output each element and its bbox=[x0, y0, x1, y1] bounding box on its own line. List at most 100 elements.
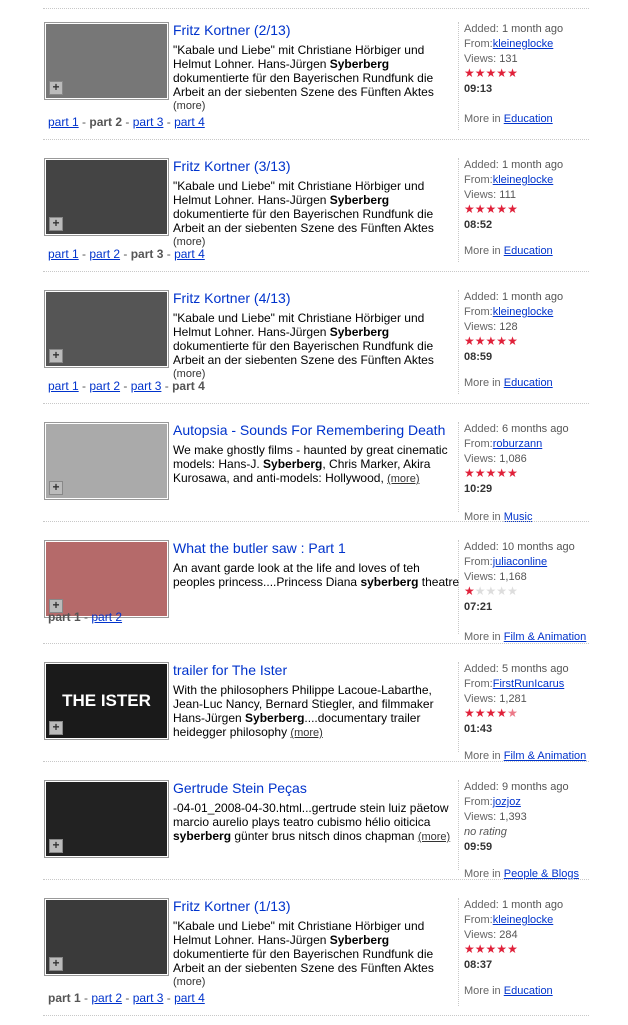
video-title-link[interactable]: What the butler saw : Part 1 bbox=[173, 540, 346, 556]
part-link-4[interactable]: part 4 bbox=[174, 115, 205, 129]
part-link-1[interactable]: part 1 bbox=[48, 247, 79, 261]
thumbnail-image[interactable]: + bbox=[46, 292, 167, 366]
added-label: Added: bbox=[464, 781, 499, 793]
video-result: + What the butler saw : Part 1 An avant ga… bbox=[43, 530, 589, 644]
uploader-link[interactable]: kleineglocke bbox=[493, 306, 554, 318]
part-link-1[interactable]: part 1 bbox=[48, 379, 79, 393]
star-icon: ★ bbox=[485, 334, 497, 348]
star-icon: ★ bbox=[507, 706, 518, 720]
part-link-3[interactable]: part 3 bbox=[131, 379, 162, 393]
from-label: From: bbox=[464, 796, 493, 808]
uploader-link[interactable]: kleineglocke bbox=[493, 174, 554, 186]
part-link-2[interactable]: part 2 bbox=[89, 247, 120, 261]
video-thumbnail[interactable]: + bbox=[44, 540, 169, 618]
from-row: From:kleineglocke bbox=[464, 913, 594, 928]
video-title-link[interactable]: Gertrude Stein Peças bbox=[173, 780, 307, 796]
add-to-quicklist-icon[interactable]: + bbox=[49, 481, 63, 495]
part-link-3[interactable]: part 3 bbox=[133, 115, 164, 129]
part-link-2[interactable]: part 2 bbox=[91, 610, 122, 624]
video-title-link[interactable]: Fritz Kortner (1/13) bbox=[173, 898, 290, 914]
add-to-quicklist-icon[interactable]: + bbox=[49, 721, 63, 735]
category-link[interactable]: Education bbox=[504, 245, 553, 257]
more-link[interactable]: (more) bbox=[173, 99, 461, 113]
thumbnail-image[interactable]: + bbox=[46, 24, 167, 98]
star-icon: ★ bbox=[474, 202, 486, 216]
thumbnail-image[interactable]: + bbox=[46, 424, 167, 498]
add-to-quicklist-icon[interactable]: + bbox=[49, 81, 63, 95]
added-label: Added: bbox=[464, 541, 499, 553]
thumbnail-image[interactable]: + bbox=[46, 782, 167, 856]
video-thumbnail[interactable]: + bbox=[44, 898, 169, 976]
added-row: Added: 1 month ago bbox=[464, 290, 594, 305]
uploader-link[interactable]: kleineglocke bbox=[493, 38, 554, 50]
category-link[interactable]: Film & Animation bbox=[504, 631, 587, 643]
video-meta: Added: 1 month ago From:kleineglocke Views… bbox=[458, 158, 594, 262]
views-count: 1,168 bbox=[499, 571, 527, 583]
rating-row: ★★★★★ bbox=[464, 67, 594, 82]
star-icon: ★ bbox=[496, 202, 508, 216]
added-value: 10 months ago bbox=[501, 541, 575, 553]
from-label: From: bbox=[464, 556, 493, 568]
more-link[interactable]: (more) bbox=[173, 367, 461, 381]
more-link[interactable]: (more) bbox=[418, 831, 450, 843]
category-link[interactable]: Education bbox=[504, 377, 553, 389]
part-link-4[interactable]: part 4 bbox=[174, 247, 205, 261]
views-count: 1,281 bbox=[499, 693, 527, 705]
part-link-2[interactable]: part 2 bbox=[91, 991, 122, 1005]
video-thumbnail[interactable]: + bbox=[44, 158, 169, 236]
thumbnail-image[interactable]: + bbox=[46, 542, 167, 616]
part-link-1[interactable]: part 1 bbox=[48, 115, 79, 129]
video-title-link[interactable]: Fritz Kortner (4/13) bbox=[173, 290, 290, 306]
views-count: 131 bbox=[499, 53, 518, 65]
video-description: "Kabale und Liebe" mit Christiane Hörbig… bbox=[173, 43, 461, 113]
more-in-label: More in bbox=[464, 113, 501, 125]
category-link[interactable]: Education bbox=[504, 113, 553, 125]
thumbnail-image[interactable]: + bbox=[46, 900, 167, 974]
video-description: "Kabale und Liebe" mit Christiane Hörbig… bbox=[173, 311, 461, 381]
video-result: + Fritz Kortner (3/13) "Kabale und Liebe" … bbox=[43, 148, 589, 272]
star-icon: ★ bbox=[474, 66, 486, 80]
views-count: 284 bbox=[499, 929, 518, 941]
add-to-quicklist-icon[interactable]: + bbox=[49, 957, 63, 971]
more-link[interactable]: (more) bbox=[173, 975, 461, 989]
video-title-link[interactable]: Fritz Kortner (3/13) bbox=[173, 158, 290, 174]
thumbnail-image[interactable]: THE ISTER + bbox=[46, 664, 167, 738]
video-title-link[interactable]: trailer for The Ister bbox=[173, 662, 287, 678]
video-title-link[interactable]: Autopsia - Sounds For Remembering Death bbox=[173, 422, 445, 438]
description-text: dokumentierte für den Bayerischen Rundfu… bbox=[173, 71, 434, 99]
uploader-link[interactable]: roburzann bbox=[493, 438, 543, 450]
thumbnail-image[interactable]: + bbox=[46, 160, 167, 234]
add-to-quicklist-icon[interactable]: + bbox=[49, 217, 63, 231]
video-thumbnail[interactable]: + bbox=[44, 422, 169, 500]
views-label: Views: bbox=[464, 321, 497, 333]
part-link-3[interactable]: part 3 bbox=[133, 991, 164, 1005]
rating-row: ★★★★★ bbox=[464, 467, 594, 482]
video-thumbnail[interactable]: THE ISTER + bbox=[44, 662, 169, 740]
more-in-category: More in Music bbox=[464, 510, 532, 525]
category-link[interactable]: Education bbox=[504, 985, 553, 997]
from-label: From: bbox=[464, 914, 493, 926]
row-divider bbox=[43, 1015, 589, 1016]
star-icon: ★ bbox=[485, 202, 497, 216]
more-link[interactable]: (more) bbox=[387, 473, 419, 485]
uploader-link[interactable]: juliaconline bbox=[493, 556, 547, 568]
video-title-link[interactable]: Fritz Kortner (2/13) bbox=[173, 22, 290, 38]
row-divider bbox=[43, 761, 589, 762]
part-link-4[interactable]: part 4 bbox=[174, 991, 205, 1005]
video-thumbnail[interactable]: + bbox=[44, 780, 169, 858]
top-divider bbox=[43, 8, 589, 9]
star-rating: ★★★★★ bbox=[464, 707, 518, 720]
uploader-link[interactable]: FirstRunIcarus bbox=[493, 678, 565, 690]
video-description: "Kabale und Liebe" mit Christiane Hörbig… bbox=[173, 179, 461, 249]
more-link[interactable]: (more) bbox=[290, 727, 322, 739]
add-to-quicklist-icon[interactable]: + bbox=[49, 349, 63, 363]
video-result: THE ISTER + trailer for The Ister With the … bbox=[43, 652, 589, 762]
add-to-quicklist-icon[interactable]: + bbox=[49, 839, 63, 853]
video-thumbnail[interactable]: + bbox=[44, 290, 169, 368]
uploader-link[interactable]: kleineglocke bbox=[493, 914, 554, 926]
row-divider bbox=[43, 521, 589, 522]
uploader-link[interactable]: jozjoz bbox=[493, 796, 521, 808]
video-thumbnail[interactable]: + bbox=[44, 22, 169, 100]
more-link[interactable]: (more) bbox=[173, 235, 461, 249]
part-link-2[interactable]: part 2 bbox=[89, 379, 120, 393]
